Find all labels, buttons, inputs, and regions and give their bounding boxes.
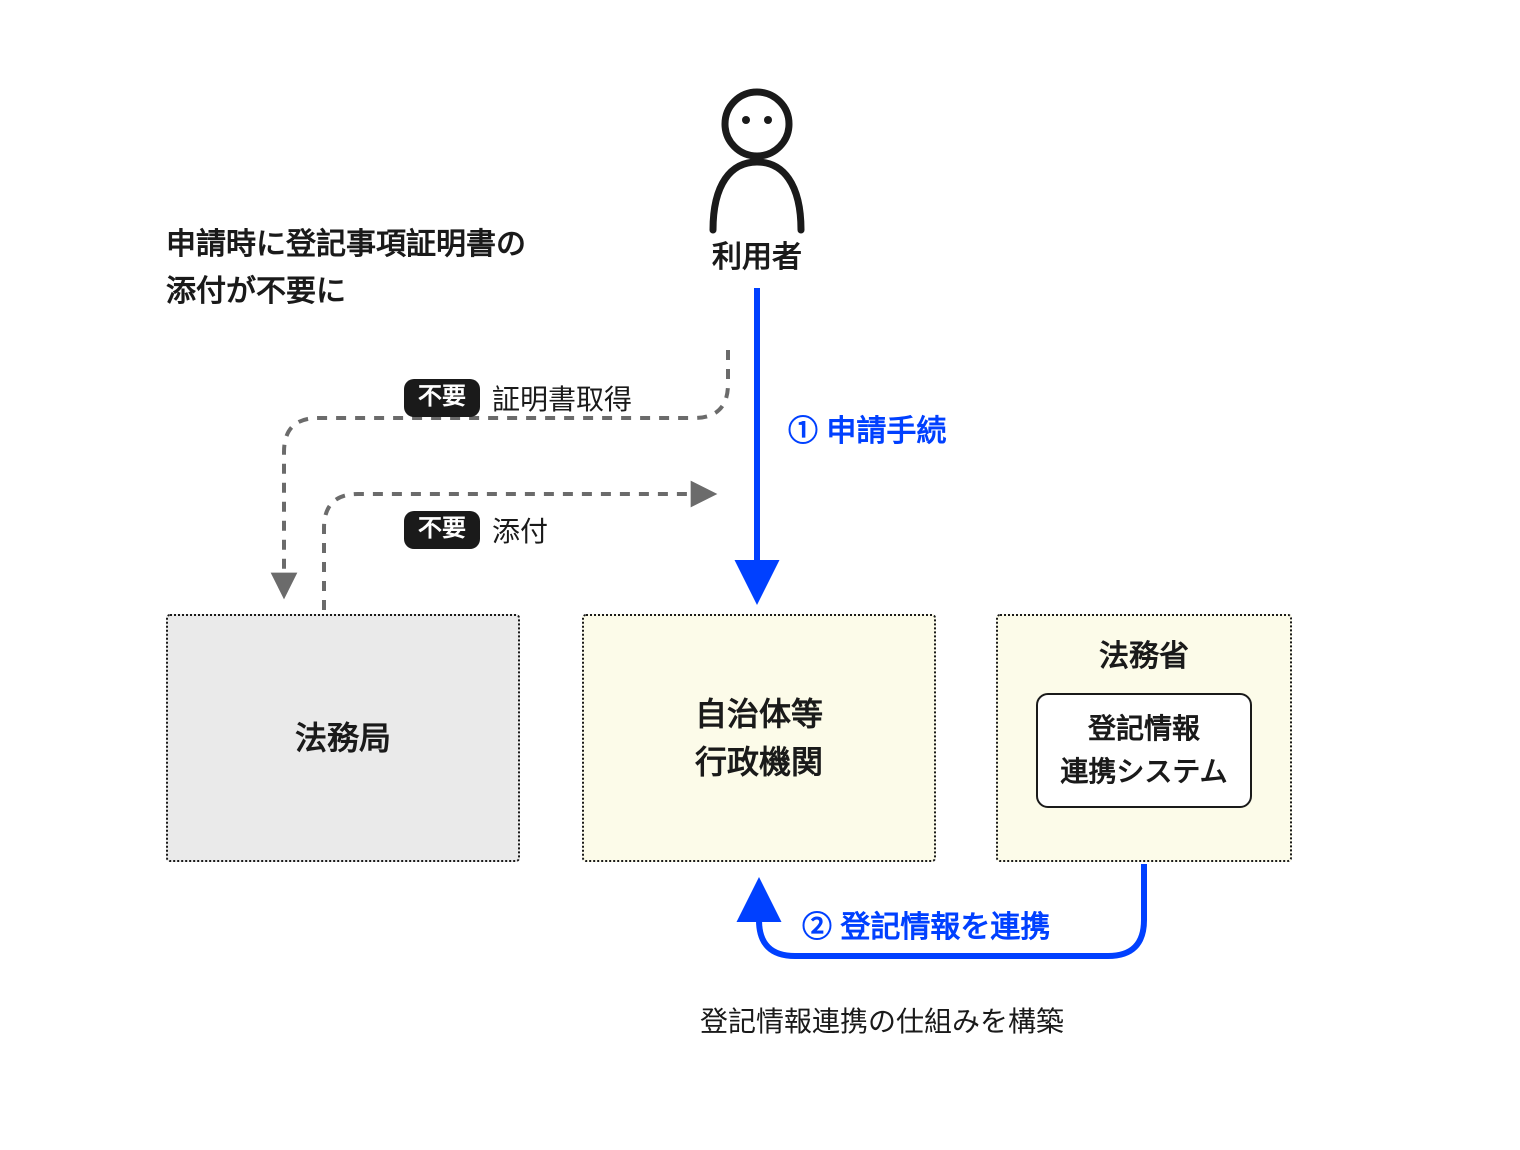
step1-label: ① 申請手続 bbox=[788, 406, 946, 450]
flow-get-cert-group: 不要 証明書取得 bbox=[404, 378, 632, 418]
step2-label: ② 登記情報を連携 bbox=[802, 902, 1050, 946]
badge-unnecessary-1: 不要 bbox=[404, 379, 480, 417]
badge-unnecessary-2: 不要 bbox=[404, 511, 480, 549]
flow-attach-group: 不要 添付 bbox=[404, 510, 548, 550]
arrows-layer bbox=[0, 0, 1520, 1150]
flow-attach-label: 添付 bbox=[492, 510, 548, 550]
diagram-canvas: 申請時に登記事項証明書の 添付が不要に 利用者 法務局 自治体等 行政機関 法務… bbox=[0, 0, 1520, 1150]
flow-get-cert-label: 証明書取得 bbox=[492, 378, 632, 418]
bottom-caption: 登記情報連携の仕組みを構築 bbox=[700, 1000, 1064, 1040]
